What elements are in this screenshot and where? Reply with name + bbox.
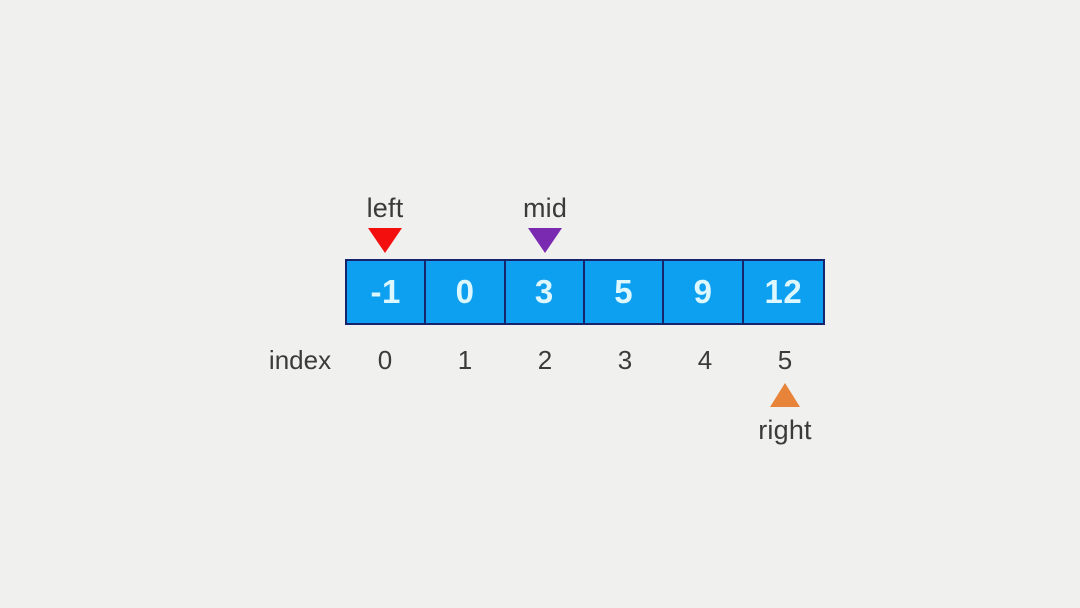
pointer-triangle-mid-icon [528, 228, 562, 253]
array-cell-2[interactable]: 3 [505, 261, 586, 323]
index-label-4: 4 [697, 345, 713, 375]
array-cell-1[interactable]: 0 [426, 261, 506, 323]
pointer-label-right: right [758, 415, 812, 445]
diagram-canvas: left mid -1 0 3 5 9 12 index 012345 right [0, 0, 1080, 608]
array-row: -1 0 3 5 9 12 [345, 259, 825, 325]
pointer-label-mid: mid [522, 193, 568, 223]
array-cell-4[interactable]: 9 [664, 261, 744, 323]
pointer-triangle-right-icon [770, 383, 800, 407]
pointer-label-left: left [366, 193, 404, 223]
array-cell-5[interactable]: 12 [743, 261, 824, 323]
index-caption: index [268, 345, 332, 375]
index-label-3: 3 [617, 345, 633, 375]
index-label-5: 5 [777, 345, 793, 375]
array-cell-0[interactable]: -1 [347, 261, 427, 323]
index-label-0: 0 [377, 345, 393, 375]
array-cell-3[interactable]: 5 [585, 261, 665, 323]
pointer-triangle-left-icon [368, 228, 402, 253]
index-label-2: 2 [537, 345, 553, 375]
index-label-1: 1 [457, 345, 473, 375]
